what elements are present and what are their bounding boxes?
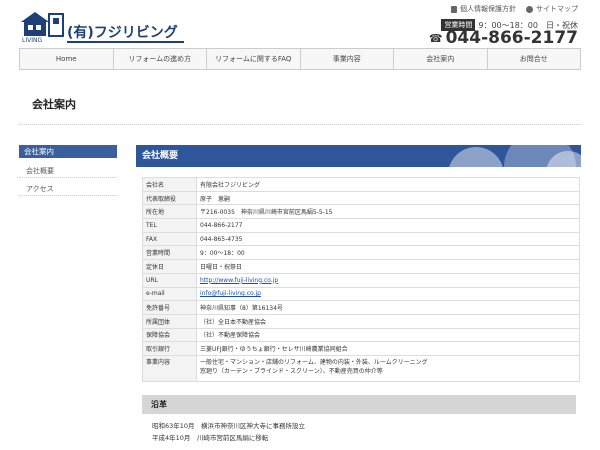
row-value: （社）全日本不動産協会 (196, 313, 580, 329)
row-value: （社）不動産保障協会 (196, 327, 580, 343)
section-header: 会社概要 (136, 145, 581, 167)
sidebar-item-access[interactable]: アクセス (19, 182, 117, 196)
company-info-table: 会社名 有限会社フジリビング 代表取締役 原子 恵嗣 所在地 〒216-0035 神奈川県… (142, 177, 580, 382)
table-row: 所属団体 （社）全日本不動産協会 (142, 313, 580, 329)
row-value: 一般住宅・マンション・店舗のリフォーム、建物の内装・外装、ルームクリーニング 窓廻… (196, 354, 580, 382)
table-row: 営業時間 9：00～18：00 (142, 245, 580, 261)
row-link[interactable]: http://www.fuji-living.co.jp (200, 277, 278, 284)
logo-sub-text: LIVING (22, 37, 42, 44)
row-label: 保障協会 (142, 327, 197, 343)
table-row: 代表取締役 原子 恵嗣 (142, 190, 580, 206)
table-row: URL http://www.fuji-living.co.jp (142, 272, 580, 288)
history-item: 平成4年10月 川崎市宮前区馬絹に移転 (152, 434, 269, 442)
sidebar-heading[interactable]: 会社案内 (19, 145, 117, 158)
global-nav: Home リフォームの進め方 リフォームに関するFAQ 事業内容 会社案内 お問… (19, 48, 581, 70)
row-label: 免許番号 (142, 300, 197, 315)
page-title: 会社案内 (32, 98, 76, 111)
logo-underline (67, 41, 184, 43)
house-logo-icon: LIVING (21, 12, 64, 44)
logo-text: (有)フジリビング (67, 25, 178, 41)
table-row: 免許番号 神奈川県知事（8）第16134号 (142, 300, 580, 315)
table-row: 事業内容 一般住宅・マンション・店舗のリフォーム、建物の内装・外装、ルームクリーニ… (142, 354, 580, 382)
table-row: FAX 044-865-4735 (142, 231, 580, 247)
row-value: 9：00～18：00 (196, 245, 580, 261)
row-value: 〒216-0035 神奈川県川崎市宮前区馬絹5-5-15 (196, 204, 580, 220)
row-label: 事業内容 (142, 354, 197, 382)
phone-number[interactable]: ☎ 044-866-2177 (429, 28, 578, 48)
row-label: 所属団体 (142, 313, 197, 329)
top-links: 個人情報保護方針 サイトマップ (451, 4, 578, 14)
table-row: 保障協会 （社）不動産保障協会 (142, 327, 580, 343)
row-value: 日曜日・祝祭日 (196, 259, 580, 274)
table-row: 所在地 〒216-0035 神奈川県川崎市宮前区馬絹5-5-15 (142, 204, 580, 220)
nav-reform-faq[interactable]: リフォームに関するFAQ (207, 49, 301, 69)
row-label: 所在地 (142, 204, 197, 220)
nav-home[interactable]: Home (20, 49, 114, 69)
row-value: info@fuji-living.co.jp (196, 286, 580, 302)
row-value: 有限会社フジリビング (196, 177, 580, 192)
row-label: e-mail (142, 286, 197, 302)
sidebar-item-overview[interactable]: 会社概要 (19, 164, 117, 178)
row-value: 神奈川県知事（8）第16134号 (196, 300, 580, 315)
row-value: 044-866-2177 (196, 218, 580, 233)
row-label: 取引銀行 (142, 341, 197, 356)
phone-icon: ☎ (428, 31, 443, 45)
lock-icon (451, 5, 457, 13)
row-label: TEL (142, 218, 197, 233)
nav-business[interactable]: 事業内容 (301, 49, 394, 69)
row-value: 044-865-4735 (196, 231, 580, 247)
privacy-link[interactable]: 個人情報保護方針 (451, 4, 516, 14)
section-title: 会社概要 (142, 151, 179, 161)
table-row: e-mail info@fuji-living.co.jp (142, 286, 580, 302)
row-link[interactable]: info@fuji-living.co.jp (200, 290, 261, 297)
nav-contact[interactable]: お問合せ (488, 49, 581, 69)
sitemap-icon (526, 5, 533, 13)
history-header: 沿革 (142, 395, 576, 414)
row-label: 会社名 (142, 177, 197, 192)
row-label: 代表取締役 (142, 190, 197, 206)
table-row: TEL 044-866-2177 (142, 218, 580, 233)
row-label: 定休日 (142, 259, 197, 274)
row-value: 三菱UFJ銀行・ゆうちょ銀行・セレサ川崎農業協同組合 (196, 341, 580, 356)
row-value: http://www.fuji-living.co.jp (196, 272, 580, 288)
history-item: 昭和63年10月 横浜市神奈川区神大寺に事務所設立 (152, 422, 306, 430)
site-logo[interactable]: LIVING (有)フジリビング (19, 8, 184, 46)
nav-reform-process[interactable]: リフォームの進め方 (114, 49, 207, 69)
table-row: 会社名 有限会社フジリビング (142, 177, 580, 192)
decor-circle (448, 147, 504, 167)
row-label: FAX (142, 231, 197, 247)
phone-text: 044-866-2177 (445, 28, 578, 48)
sitemap-link[interactable]: サイトマップ (526, 4, 578, 14)
row-label: 営業時間 (142, 245, 197, 261)
row-value-line: 窓廻り（カーテン・ブラインド・スクリーン）、不動産売買の仲介等 (200, 367, 383, 375)
row-value: 原子 恵嗣 (196, 190, 580, 206)
title-divider (19, 124, 581, 125)
nav-company[interactable]: 会社案内 (394, 49, 488, 69)
row-label: URL (142, 272, 197, 288)
table-row: 取引銀行 三菱UFJ銀行・ゆうちょ銀行・セレサ川崎農業協同組合 (142, 341, 580, 356)
table-row: 定休日 日曜日・祝祭日 (142, 259, 580, 274)
row-value-line: 一般住宅・マンション・店舗のリフォーム、建物の内装・外装、ルームクリーニング (200, 358, 428, 366)
